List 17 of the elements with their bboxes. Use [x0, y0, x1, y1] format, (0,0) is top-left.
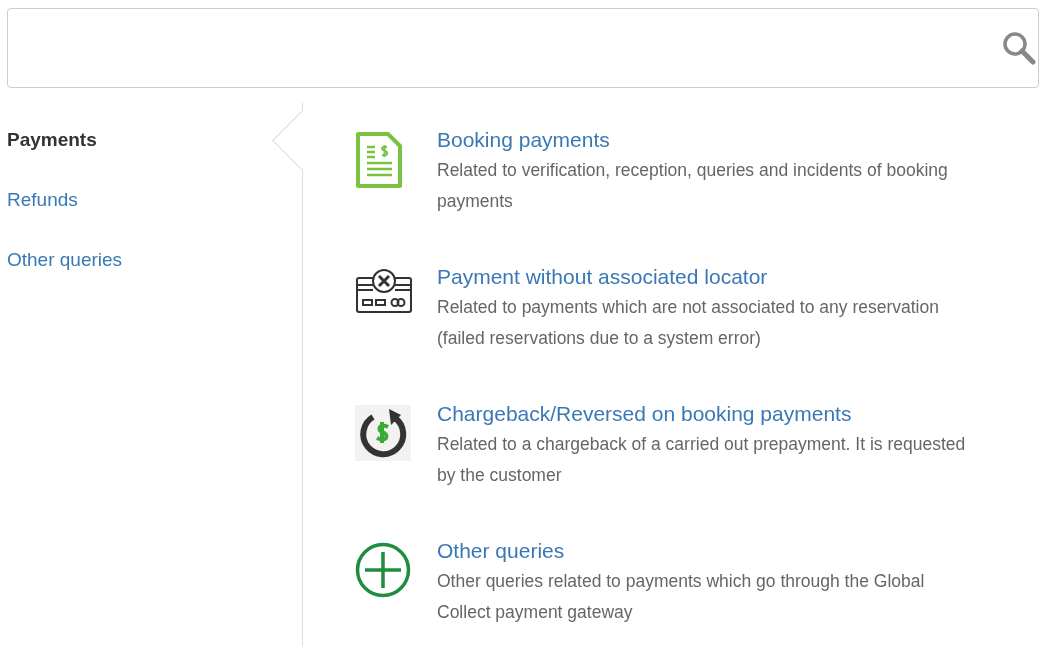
sidebar-item[interactable]: Payments	[7, 129, 97, 150]
topic-link[interactable]: Booking payments	[437, 125, 982, 155]
topic-description: Related to a chargeback of a carried out prepayment. It is requested by the customer	[437, 433, 967, 487]
dollar-refresh-icon	[355, 405, 411, 461]
topic-link[interactable]: Payment without associated locator	[437, 262, 982, 292]
topic-description: Related to verification, reception, queries and incidents of booking payments	[437, 159, 949, 213]
credit-card-icon	[355, 268, 413, 316]
sidebar-item[interactable]: Other queries	[7, 249, 123, 270]
topic-description: Related to payments which are not associated to any reservation (failed reservations due to a system error)	[437, 296, 940, 350]
search-field[interactable]	[7, 8, 1039, 88]
sidebar-item[interactable]: Refunds	[7, 189, 78, 210]
topic-description: Other queries related to payments which go through the Global Collect payment gateway	[437, 570, 926, 624]
search-icon[interactable]	[1002, 31, 1036, 65]
document-icon	[355, 131, 403, 189]
topic-link[interactable]: Other queries	[437, 536, 982, 566]
plus-circle-icon	[355, 542, 411, 598]
topic-link[interactable]: Chargeback/Reversed on booking payments	[437, 399, 982, 429]
